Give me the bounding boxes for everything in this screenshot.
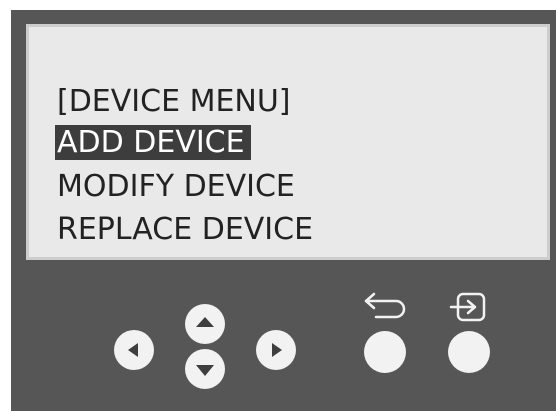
down-button[interactable] (185, 349, 225, 389)
menu-item-add-device[interactable]: ADD DEVICE (55, 124, 251, 162)
triangle-down-icon (196, 365, 214, 376)
triangle-left-icon (128, 343, 138, 357)
menu-item-replace-device[interactable]: REPLACE DEVICE (57, 211, 313, 249)
back-button[interactable] (364, 331, 406, 373)
left-button[interactable] (114, 330, 154, 370)
up-button[interactable] (185, 304, 225, 344)
menu-item-modify-device[interactable]: MODIFY DEVICE (57, 168, 295, 206)
lcd-screen: [DEVICE MENU] ADD DEVICE MODIFY DEVICE R… (26, 24, 550, 260)
menu-title: [DEVICE MENU] (57, 84, 291, 119)
triangle-right-icon (272, 343, 282, 357)
enter-icon (449, 292, 486, 322)
return-arrow-icon (364, 292, 406, 319)
right-button[interactable] (256, 330, 296, 370)
triangle-up-icon (196, 317, 214, 327)
enter-button[interactable] (448, 331, 490, 373)
menu-item-label-selected: ADD DEVICE (55, 125, 251, 160)
